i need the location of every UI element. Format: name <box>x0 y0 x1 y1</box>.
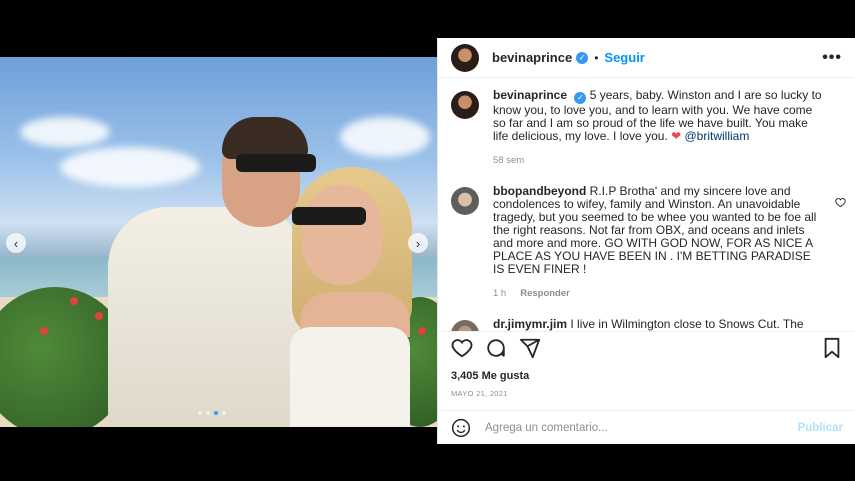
share-icon[interactable] <box>518 336 542 360</box>
avatar[interactable] <box>451 319 479 331</box>
bookmark-icon[interactable] <box>820 336 844 360</box>
like-count[interactable]: 3,405 Me gusta <box>451 370 529 382</box>
woman-face <box>302 185 382 285</box>
cloud <box>20 117 110 147</box>
comment-like-icon[interactable] <box>835 197 846 211</box>
flower <box>70 297 78 305</box>
post-date: MAYO 21, 2021 <box>451 389 508 398</box>
header-username[interactable]: bevinaprince <box>492 50 572 65</box>
man-figure <box>108 207 308 427</box>
emoji-icon[interactable] <box>451 418 471 438</box>
comment-icon[interactable] <box>484 336 508 360</box>
post-header: bevinaprince ✓ • Seguir ••• <box>438 38 855 78</box>
comment-item: bbopandbeyond R.I.P Brotha' and my since… <box>438 167 855 300</box>
carousel-dot-active <box>214 411 218 415</box>
more-options-icon[interactable]: ••• <box>822 49 842 67</box>
separator-dot: • <box>594 50 599 65</box>
cloud <box>60 147 200 187</box>
carousel-dot <box>206 411 210 415</box>
flower <box>40 327 48 335</box>
sunglasses <box>236 154 316 172</box>
publish-button[interactable]: Publicar <box>798 422 843 434</box>
caption-meta: 58 sem <box>493 154 823 167</box>
comment-username[interactable]: dr.jimymr.jim <box>493 317 567 331</box>
action-bar <box>438 331 855 363</box>
comments-list[interactable]: bevinaprince ✓ 5 years, baby. Winston an… <box>438 79 855 331</box>
caption: bevinaprince ✓ 5 years, baby. Winston an… <box>438 79 855 167</box>
sunglasses <box>292 207 366 225</box>
carousel-next-button[interactable]: › <box>408 233 428 253</box>
comment-text: bbopandbeyond R.I.P Brotha' and my since… <box>493 183 823 276</box>
carousel-dot <box>198 411 202 415</box>
red-heart-icon: ❤ <box>671 128 682 143</box>
chevron-right-icon: › <box>415 235 421 251</box>
comment-username[interactable]: bbopandbeyond <box>493 184 586 198</box>
follow-button[interactable]: Seguir <box>604 50 644 65</box>
caption-username[interactable]: bevinaprince <box>493 88 567 102</box>
post-photo[interactable]: ‹ › <box>0 57 437 427</box>
man-hair <box>222 117 308 159</box>
comment-item: dr.jimymr.jim I live in Wilmington close… <box>438 300 855 331</box>
carousel-prev-button[interactable]: ‹ <box>6 233 26 253</box>
comment-meta: 1 h Responder <box>493 287 823 300</box>
avatar[interactable] <box>451 43 479 72</box>
caption-text: bevinaprince ✓ 5 years, baby. Winston an… <box>493 89 823 143</box>
carousel-dots <box>198 411 226 415</box>
mention-link[interactable]: @britwilliam <box>685 129 750 143</box>
comment-time[interactable]: 1 h <box>493 287 506 300</box>
verified-icon: ✓ <box>576 51 589 64</box>
comment-text: dr.jimymr.jim I live in Wilmington close… <box>493 317 823 331</box>
flower <box>418 327 426 335</box>
reply-button[interactable]: Responder <box>520 287 570 300</box>
caption-time[interactable]: 58 sem <box>493 154 524 167</box>
avatar[interactable] <box>451 91 479 119</box>
woman-dress <box>290 327 410 427</box>
heart-icon[interactable] <box>450 336 474 360</box>
comment-input[interactable] <box>485 421 775 434</box>
post-panel: bevinaprince ✓ • Seguir ••• bevinaprince… <box>437 38 855 444</box>
cloud <box>340 117 430 157</box>
carousel-dot <box>222 411 226 415</box>
comment-body: R.I.P Brotha' and my sincere love and co… <box>493 183 817 276</box>
add-comment-bar: Publicar <box>438 410 855 444</box>
flower <box>95 312 103 320</box>
avatar[interactable] <box>451 186 479 215</box>
chevron-left-icon: ‹ <box>13 235 19 251</box>
